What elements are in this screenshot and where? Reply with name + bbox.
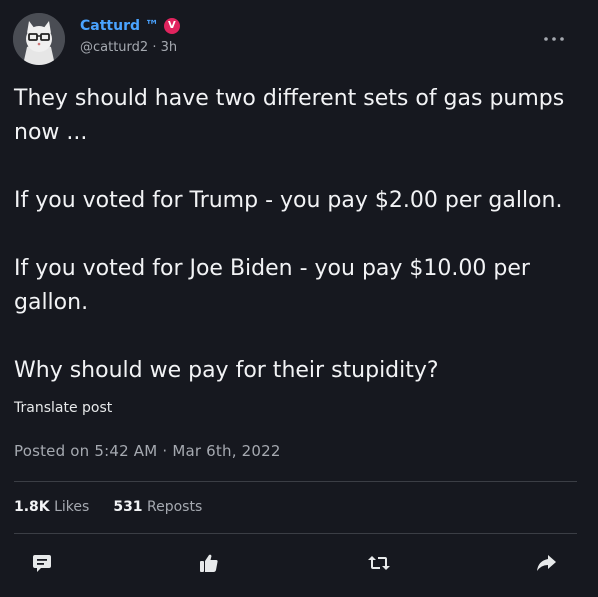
author-name-row: Catturd ™ V: [80, 18, 180, 34]
avatar[interactable]: [13, 13, 65, 65]
repost-button[interactable]: [366, 552, 392, 578]
engagement-stats: 1.8K Likes 531 Reposts: [14, 499, 202, 515]
author-meta: @catturd2 · 3h: [80, 40, 177, 55]
post-paragraph: They should have two different sets of g…: [14, 86, 565, 145]
thumbs-up-icon: [198, 552, 220, 578]
posted-timestamp: Posted on 5:42 AM · Mar 6th, 2022: [14, 442, 281, 460]
verified-badge-icon: V: [163, 18, 180, 34]
post-card: Catturd ™ V @catturd2 · 3h They should h…: [0, 0, 598, 597]
reposts-count: 531: [113, 499, 143, 515]
reposts-stat[interactable]: 531 Reposts: [113, 499, 202, 515]
likes-count: 1.8K: [14, 499, 50, 515]
post-paragraph: If you voted for Trump - you pay $2.00 p…: [14, 188, 563, 213]
meta-separator: ·: [152, 40, 161, 55]
likes-stat[interactable]: 1.8K Likes: [14, 499, 89, 515]
like-button[interactable]: [196, 552, 222, 578]
divider: [14, 533, 577, 534]
reply-button[interactable]: [29, 552, 55, 578]
share-arrow-icon: [535, 553, 557, 577]
divider: [14, 481, 577, 482]
comment-icon: [31, 552, 53, 578]
share-button[interactable]: [533, 552, 559, 578]
author-name[interactable]: Catturd ™: [80, 18, 159, 34]
post-time[interactable]: 3h: [161, 40, 178, 55]
post-paragraph: Why should we pay for their stupidity?: [14, 358, 439, 383]
repost-icon: [367, 552, 391, 578]
author-handle[interactable]: @catturd2: [80, 40, 148, 55]
post-paragraph: If you voted for Joe Biden - you pay $10…: [14, 256, 530, 315]
ellipsis-icon[interactable]: [543, 26, 565, 47]
translate-post-link[interactable]: Translate post: [14, 400, 112, 416]
post-body: They should have two different sets of g…: [14, 82, 574, 388]
reposts-label: Reposts: [147, 499, 203, 515]
likes-label: Likes: [54, 499, 90, 515]
